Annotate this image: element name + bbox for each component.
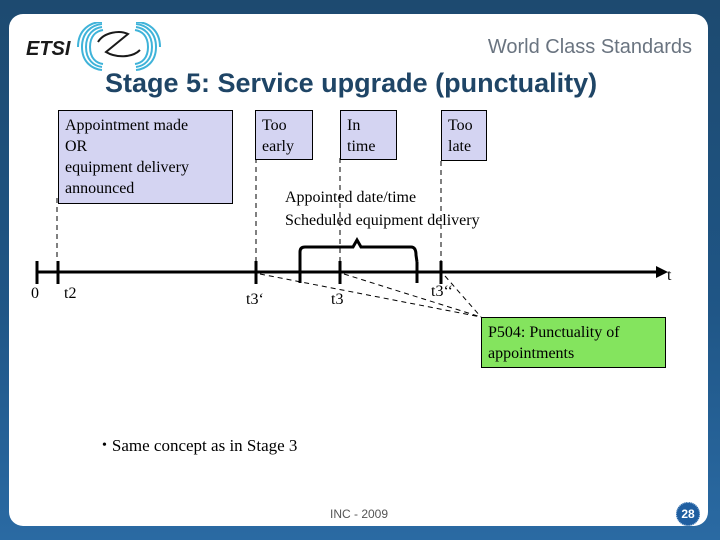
appointment-line-1: Appointment made [65, 117, 189, 134]
metric-line-2: appointments [488, 345, 575, 362]
tick-label-t3prime: t3‘ [246, 291, 264, 308]
tick-label-t2: t2 [64, 285, 77, 302]
in-time-line-2: time [347, 138, 376, 155]
in-time-box: In time [340, 110, 397, 160]
curly-brace [298, 236, 419, 263]
connector-t3 [343, 273, 482, 318]
appointment-line-4: announced [65, 180, 135, 197]
too-late-line-2: late [448, 138, 472, 155]
metric-line-1: P504: Punctuality of [488, 324, 620, 341]
appointment-line-2: OR [65, 138, 88, 155]
page-number-badge: 28 [676, 502, 700, 526]
scheduled-line-2: Scheduled equipment delivery [285, 212, 480, 229]
too-early-line-1: Too [262, 117, 287, 134]
scheduled-label: Appointed date/time Scheduled equipment … [285, 186, 480, 232]
bullet-item: • Same concept as in Stage 3 [102, 436, 297, 456]
axis-label-t: t [667, 267, 672, 284]
tick-label-0: 0 [31, 285, 39, 302]
tick-label-t3doubleprime: t3‘‘ [431, 283, 453, 300]
too-early-box: Too early [255, 110, 313, 160]
metric-box-p504: P504: Punctuality of appointments [481, 317, 666, 368]
appointment-box: Appointment made OR equipment delivery a… [58, 110, 233, 204]
tick-label-t3: t3 [331, 291, 344, 308]
too-late-line-1: Too [448, 117, 473, 134]
bullet-text: Same concept as in Stage 3 [111, 436, 298, 455]
footer-text: INC - 2009 [330, 507, 389, 521]
too-early-line-2: early [262, 138, 294, 155]
timeline-diagram [35, 158, 668, 318]
scheduled-line-1: Appointed date/time [285, 189, 417, 206]
bullet-icon: • [102, 438, 107, 453]
in-time-line-1: In [347, 117, 361, 134]
appointment-line-3: equipment delivery [65, 159, 189, 176]
too-late-box: Too late [441, 110, 487, 161]
